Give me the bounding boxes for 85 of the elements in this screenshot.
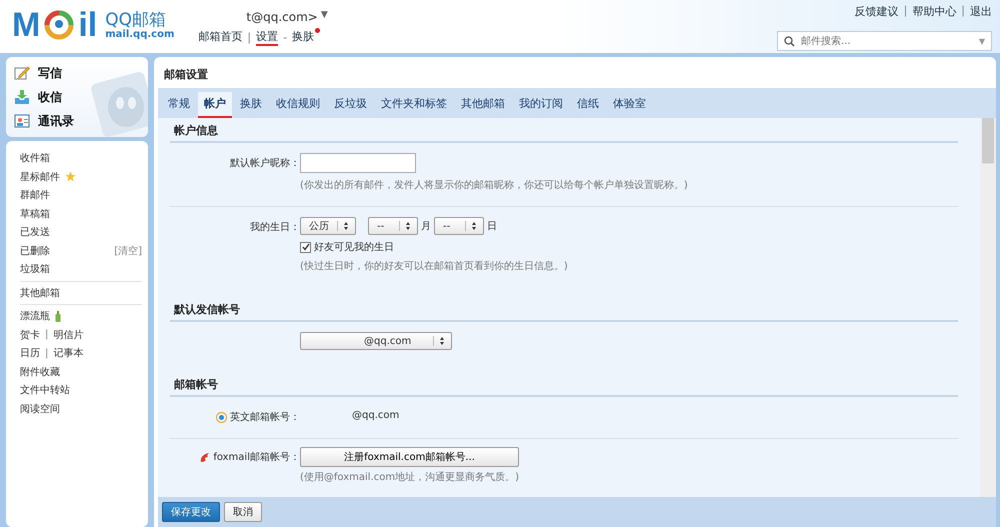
spinner-arrows-icon: [337, 221, 351, 231]
top-link[interactable]: 退出: [970, 4, 992, 19]
calendar-select[interactable]: 公历: [300, 217, 356, 235]
folder-link[interactable]: 文件中转站: [20, 383, 70, 398]
folder-link[interactable]: 已发送: [20, 225, 50, 240]
register-foxmail-button[interactable]: 注册foxmail.com邮箱帐号...: [300, 447, 520, 467]
inbox-download-icon: [14, 89, 30, 105]
field-label: foxmail邮箱帐号：: [213, 450, 300, 464]
brand-name: QQ邮箱: [105, 10, 166, 28]
cancel-button[interactable]: 取消: [224, 502, 262, 522]
account-value: @qq.com: [351, 409, 400, 421]
settings-tab[interactable]: 文件夹和标签: [375, 92, 453, 118]
settings-tab[interactable]: 体验室: [607, 92, 652, 118]
section-title: 默认发信帐号: [170, 299, 958, 322]
settings-tab[interactable]: 换肤: [234, 92, 268, 118]
nickname-field[interactable]: [300, 153, 416, 173]
folder-link[interactable]: 群邮件: [20, 188, 50, 202]
quick-action[interactable]: 收信: [14, 85, 140, 109]
separator: |: [904, 4, 908, 19]
unit-label: 月: [421, 220, 431, 233]
search-icon: [784, 36, 795, 46]
nav-link[interactable]: 邮箱首页: [198, 29, 242, 46]
spinner-arrows-icon: [399, 221, 413, 231]
day-select[interactable]: --: [434, 217, 484, 235]
hint-text: (使用@foxmail.com地址，沟通更显商务气质。): [300, 470, 520, 484]
folder-link[interactable]: 记事本: [53, 346, 84, 360]
sender-select[interactable]: @qq.com: [300, 332, 452, 350]
page-title: 邮箱设置: [163, 67, 209, 83]
folder-link[interactable]: 漂流瓶: [20, 309, 50, 324]
spinner-arrows-icon: [465, 221, 479, 231]
folder-link[interactable]: 日历: [20, 346, 40, 360]
hint-text: (你发出的所有邮件，发件人将显示你的邮箱昵称，你还可以给每个帐户单独设置昵称。): [300, 178, 688, 192]
account-address[interactable]: t@qq.com>: [246, 10, 318, 24]
empty-trash-link[interactable]: [清空]: [114, 244, 142, 258]
section-title: 帐户信息: [170, 120, 958, 143]
hint-text: (快过生日时，你的好友可以在邮箱首页看到你的生日信息。): [300, 260, 568, 273]
settings-tab[interactable]: 帐户: [198, 92, 232, 118]
nav-link[interactable]: 换肤: [292, 29, 314, 46]
birthday-visible-checkbox[interactable]: 好友可见我的生日: [300, 240, 568, 254]
logo-text: M: [12, 8, 40, 42]
quick-action[interactable]: 通讯录: [14, 109, 140, 133]
month-select[interactable]: --: [368, 217, 418, 235]
contact-card-icon: [14, 113, 30, 129]
folder-link[interactable]: 阅读空间: [20, 402, 60, 416]
top-link[interactable]: 帮助中心: [912, 4, 956, 19]
unit-label: 日: [487, 220, 497, 233]
check-icon: [302, 243, 310, 251]
settings-tab[interactable]: 我的订阅: [513, 92, 569, 118]
settings-tab[interactable]: 其他邮箱: [455, 92, 511, 118]
field-label: 我的生日：: [249, 220, 300, 234]
settings-tab[interactable]: 收信规则: [270, 92, 326, 118]
separator: |: [961, 4, 965, 19]
checkbox[interactable]: [300, 242, 311, 252]
caret-icon[interactable]: ▼: [320, 10, 328, 24]
folder-link[interactable]: 星标邮件: [20, 170, 60, 184]
pencil-icon: [14, 65, 30, 81]
brand-domain: mail.qq.com: [105, 28, 174, 40]
folder-link[interactable]: 垃圾箱: [20, 262, 50, 276]
spinner-arrows-icon: [433, 336, 447, 346]
folder-link[interactable]: 草稿箱: [20, 206, 50, 221]
folder-link[interactable]: 明信片: [53, 328, 84, 342]
settings-tab[interactable]: 信纸: [571, 92, 605, 118]
field-label: 默认帐户昵称：: [229, 156, 300, 170]
settings-tab[interactable]: 常规: [162, 92, 196, 118]
save-button[interactable]: 保存更改: [162, 502, 220, 522]
separator: |: [45, 348, 48, 359]
field-label: 英文邮箱帐号：: [230, 410, 300, 424]
settings-tab[interactable]: 反垃圾: [328, 92, 373, 118]
bottle-icon: [55, 310, 61, 322]
nav-link[interactable]: 设置: [256, 29, 278, 46]
star-icon: [65, 171, 76, 182]
section-title: 邮箱帐号: [170, 374, 958, 397]
separator: -: [283, 31, 288, 44]
folder-link[interactable]: 收件箱: [20, 151, 50, 166]
folder-link[interactable]: 附件收藏: [20, 364, 60, 379]
folder-link[interactable]: 其他邮箱: [20, 286, 60, 300]
quick-action[interactable]: 写信: [14, 61, 140, 85]
folder-link[interactable]: 贺卡: [20, 328, 40, 342]
top-link[interactable]: 反馈建议: [854, 4, 899, 19]
separator: |: [247, 31, 252, 44]
logo-ring-icon: [44, 10, 74, 40]
logo-text: il: [78, 8, 98, 42]
folder-link[interactable]: 已删除: [20, 244, 50, 258]
scrollbar[interactable]: [980, 118, 996, 497]
separator: |: [45, 329, 48, 340]
